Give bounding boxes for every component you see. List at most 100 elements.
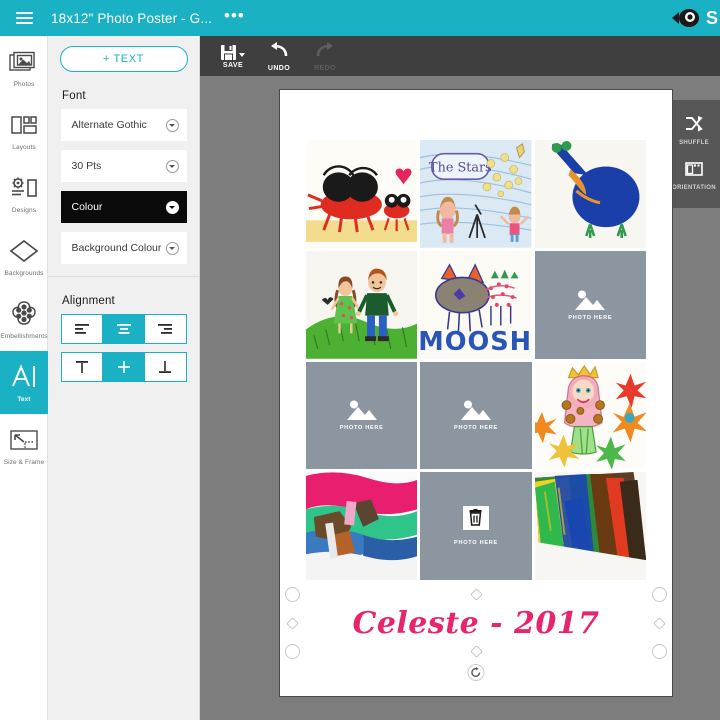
resize-handle-bottom-left[interactable]: [285, 644, 300, 659]
photo-cell-blue-bird-drawing[interactable]: [534, 140, 646, 248]
resize-handle-bottom[interactable]: [469, 645, 483, 658]
align-right-button[interactable]: [144, 314, 187, 344]
font-colour-select[interactable]: Colour: [60, 191, 187, 223]
sidebar-item-layouts[interactable]: Layouts: [0, 99, 48, 162]
photo-placeholder-11[interactable]: PHOTO HERE: [420, 472, 532, 580]
resize-handle-left[interactable]: [286, 616, 299, 630]
align-right-icon: [158, 324, 173, 334]
hamburger-icon[interactable]: [6, 0, 42, 36]
photo-grid: The Stars MOOSH PHOTO HERE PHOTO HERE PH…: [306, 140, 646, 580]
background-colour-value: Background Colour: [71, 242, 162, 254]
photo-cell-rainbow-paint-drawing[interactable]: [534, 472, 646, 580]
font-size-select[interactable]: 30 Pts: [60, 150, 187, 182]
delete-icon[interactable]: [462, 505, 489, 530]
photo-placeholder-7[interactable]: PHOTO HERE: [306, 361, 418, 470]
app-root: 18x12" Photo Poster - G... ••• S Photos …: [0, 0, 720, 720]
chevron-down-icon: [165, 159, 179, 173]
panel-divider: [48, 276, 199, 277]
chevron-down-icon: [165, 241, 179, 255]
shuffle-button[interactable]: SHUFFLE: [668, 108, 720, 153]
sidebar-label-embellishments: Embellishments: [0, 333, 48, 340]
align-left-icon: [74, 324, 89, 334]
shuffle-icon: [684, 115, 704, 138]
left-icon-rail: Photos Layouts Designs Backgrounds Embel…: [0, 36, 48, 720]
size-frame-icon: [8, 424, 40, 456]
sidebar-item-text[interactable]: Text: [0, 351, 48, 414]
resize-handle-bottom-right[interactable]: [652, 644, 667, 659]
save-label: SAVE: [222, 61, 244, 69]
fish-eye-logo-icon: [671, 9, 699, 27]
resize-handle-top[interactable]: [469, 588, 483, 601]
text-options-panel: + TEXT Font Alternate Gothic 30 Pts Colo…: [48, 36, 200, 720]
add-text-button[interactable]: + TEXT: [59, 46, 188, 72]
text-icon: [9, 361, 39, 393]
align-top-button[interactable]: [60, 352, 104, 382]
poster-page[interactable]: The Stars MOOSH PHOTO HERE PHOTO HERE PH…: [280, 90, 672, 696]
sidebar-item-photos[interactable]: Photos: [0, 36, 48, 99]
photo-cell-crab-drawing[interactable]: [306, 140, 418, 248]
align-bottom-button[interactable]: [144, 352, 187, 382]
layouts-icon: [9, 109, 39, 141]
redo-label: REDO: [314, 64, 336, 72]
poster-text-value: Celeste - 2017: [352, 605, 600, 641]
photo-placeholder-8[interactable]: PHOTO HERE: [420, 361, 532, 470]
sidebar-item-backgrounds[interactable]: Backgrounds: [0, 225, 48, 288]
sidebar-item-size-frame[interactable]: Size & Frame: [0, 414, 48, 477]
photo-cell-moosh-cat-drawing[interactable]: MOOSH: [420, 250, 532, 359]
page-title: 18x12" Photo Poster - G...: [51, 10, 213, 26]
undo-icon: [269, 41, 289, 64]
align-center-button[interactable]: [103, 314, 145, 344]
align-bottom-icon: [159, 361, 172, 373]
top-bar: 18x12" Photo Poster - G... ••• S: [0, 0, 720, 36]
editor-toolbar: SAVE UNDO REDO: [200, 36, 720, 76]
align-middle-button[interactable]: [103, 352, 145, 382]
resize-handle-top-left[interactable]: [285, 587, 300, 602]
resize-handle-top-right[interactable]: [652, 587, 667, 602]
embellishments-icon: [9, 298, 39, 330]
image-placeholder-icon: [345, 399, 379, 421]
rotate-icon[interactable]: [467, 664, 485, 681]
photo-cell-princess-flowers-drawing[interactable]: [534, 361, 646, 470]
svg-text:The Stars: The Stars: [429, 160, 492, 175]
placeholder-label: PHOTO HERE: [568, 314, 613, 321]
brand-letter: S: [705, 7, 718, 28]
align-left-button[interactable]: [60, 314, 104, 344]
font-family-select[interactable]: Alternate Gothic: [60, 109, 187, 141]
canvas-work-area[interactable]: SHUFFLE ORIENTATION The Stars MOOSH PHOT…: [200, 76, 720, 720]
photo-cell-couple-hill-drawing[interactable]: [306, 250, 418, 359]
font-family-value: Alternate Gothic: [71, 119, 147, 131]
overflow-menu-icon[interactable]: •••: [224, 7, 245, 26]
align-middle-icon: [117, 361, 130, 373]
resize-handle-right[interactable]: [653, 616, 666, 630]
sidebar-label-backgrounds: Backgrounds: [4, 270, 44, 277]
placeholder-label: PHOTO HERE: [454, 425, 498, 432]
background-colour-select[interactable]: Background Colour: [60, 232, 187, 264]
font-size-value: 30 Pts: [71, 160, 102, 172]
undo-label: UNDO: [267, 64, 291, 72]
text-element-selection[interactable]: Celeste - 2017: [285, 587, 667, 681]
save-button[interactable]: SAVE: [210, 36, 256, 76]
canvas-side-tools: SHUFFLE ORIENTATION: [668, 100, 720, 208]
placeholder-label: PHOTO HERE: [454, 540, 498, 547]
sidebar-label-layouts: Layouts: [12, 144, 36, 151]
alignment-section-heading: Alignment: [62, 295, 115, 307]
orientation-button[interactable]: ORIENTATION: [668, 153, 720, 198]
chevron-down-icon: [165, 118, 179, 132]
redo-icon: [315, 41, 335, 64]
photo-cell-pink-paint-drawing[interactable]: [306, 472, 418, 580]
image-placeholder-icon: [459, 399, 493, 421]
photo-cell-stars-drawing[interactable]: The Stars: [420, 140, 532, 248]
placeholder-label: PHOTO HERE: [339, 425, 384, 432]
redo-button[interactable]: REDO: [302, 36, 348, 76]
photos-icon: [9, 46, 39, 78]
align-center-icon: [116, 324, 131, 334]
svg-text:MOOSH: MOOSH: [420, 327, 531, 357]
designs-icon: [9, 172, 39, 204]
undo-button[interactable]: UNDO: [256, 36, 302, 76]
sidebar-item-embellishments[interactable]: Embellishments: [0, 288, 48, 351]
sidebar-item-designs[interactable]: Designs: [0, 162, 48, 225]
orientation-icon: [684, 160, 704, 183]
image-placeholder-icon: [573, 289, 607, 311]
photo-placeholder-6[interactable]: PHOTO HERE: [534, 250, 646, 359]
sidebar-label-photos: Photos: [13, 81, 35, 88]
